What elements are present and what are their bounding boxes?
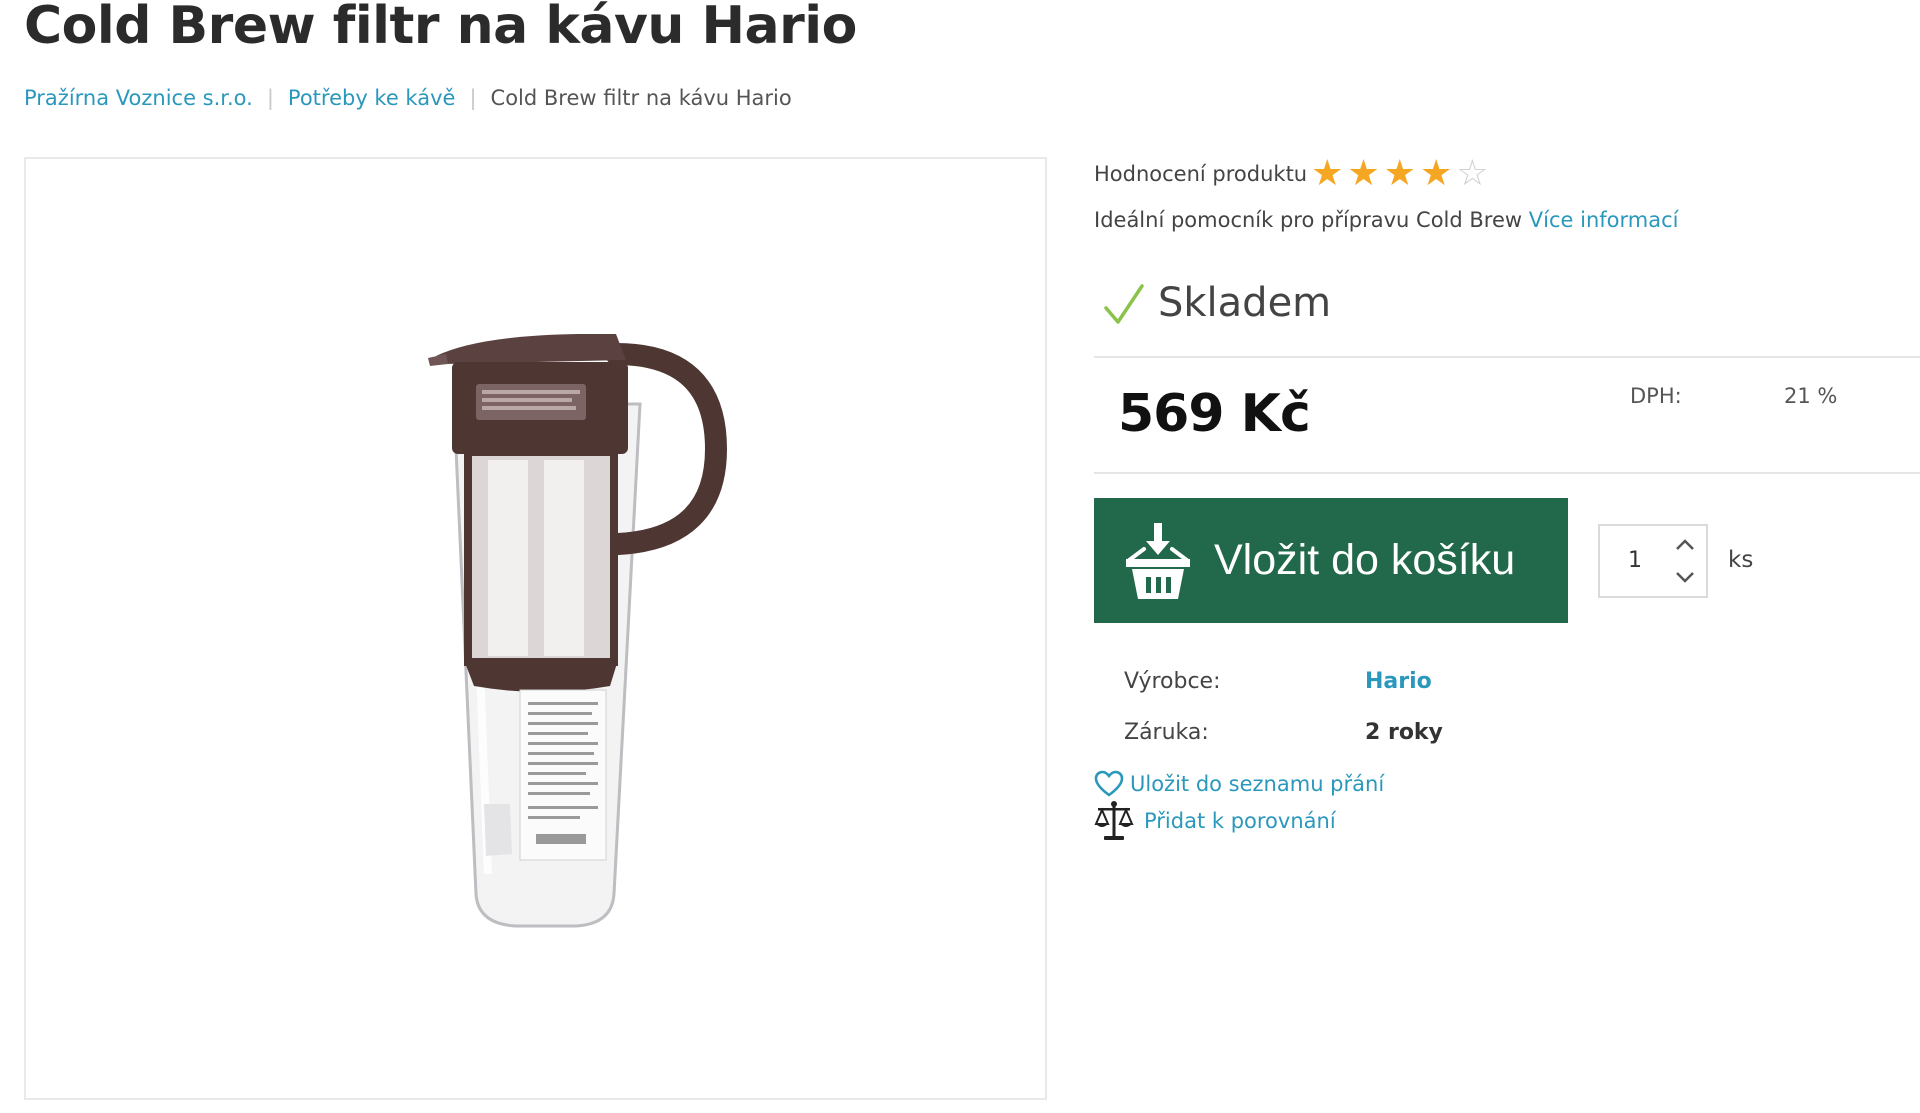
- compare-label: Přidat k porovnání: [1144, 809, 1336, 833]
- divider: [1094, 356, 1920, 358]
- more-info-link[interactable]: Více informací: [1529, 208, 1679, 232]
- short-description: Ideální pomocník pro přípravu Cold Brew …: [1094, 208, 1678, 232]
- stock-status: Skladem: [1102, 280, 1331, 326]
- rating-label: Hodnocení produktu: [1094, 162, 1308, 186]
- breadcrumb-separator: |: [469, 86, 477, 110]
- star-icon[interactable]: ★: [1347, 156, 1379, 192]
- stock-label: Skladem: [1158, 280, 1332, 326]
- product-parameters: Výrobce: Hario Záruka: 2 roky: [1124, 656, 1443, 758]
- quantity-stepper[interactable]: 1: [1598, 524, 1708, 598]
- short-description-text: Ideální pomocník pro přípravu Cold Brew: [1094, 208, 1523, 232]
- compare-link[interactable]: Přidat k porovnání: [1094, 800, 1336, 842]
- star-icon[interactable]: ★: [1384, 156, 1416, 192]
- scales-icon: [1094, 801, 1134, 840]
- breadcrumb-link-category[interactable]: Potřeby ke kávě: [288, 86, 456, 110]
- basket-icon: [1126, 522, 1190, 599]
- breadcrumb: Pražírna Voznice s.r.o. | Potřeby ke káv…: [24, 86, 792, 110]
- star-icon[interactable]: ★: [1420, 156, 1452, 192]
- manufacturer-link[interactable]: Hario: [1365, 669, 1432, 694]
- breadcrumb-current: Cold Brew filtr na kávu Hario: [490, 86, 792, 110]
- checkmark-icon: [1104, 284, 1144, 324]
- divider: [1094, 472, 1920, 474]
- chevron-up-icon[interactable]: [1672, 532, 1698, 558]
- product-detail-panel: Hodnocení produktu ★ ★ ★ ★ ☆ Ideální pom…: [1094, 0, 1920, 1113]
- vat-label: DPH:: [1630, 384, 1682, 408]
- star-empty-icon[interactable]: ☆: [1456, 156, 1488, 192]
- product-rating[interactable]: Hodnocení produktu ★ ★ ★ ★ ☆: [1094, 156, 1493, 192]
- chevron-down-icon[interactable]: [1672, 564, 1698, 590]
- heart-icon: [1094, 770, 1124, 797]
- product-image-box[interactable]: [24, 157, 1047, 1100]
- param-label: Výrobce:: [1124, 669, 1221, 694]
- breadcrumb-separator: |: [266, 86, 274, 110]
- add-to-cart-label: Vložit do košíku: [1214, 536, 1516, 584]
- param-label: Záruka:: [1124, 720, 1209, 745]
- star-icon[interactable]: ★: [1311, 156, 1343, 192]
- wishlist-link[interactable]: Uložit do seznamu přání: [1094, 770, 1384, 798]
- wishlist-label: Uložit do seznamu přání: [1130, 772, 1385, 796]
- breadcrumb-link-home[interactable]: Pražírna Voznice s.r.o.: [24, 86, 253, 110]
- vat-value: 21 %: [1784, 384, 1838, 408]
- param-row-manufacturer: Výrobce: Hario: [1124, 656, 1443, 707]
- page-title: Cold Brew filtr na kávu Hario: [24, 0, 857, 56]
- add-to-cart-button[interactable]: Vložit do košíku: [1094, 498, 1568, 623]
- price: 569 Kč: [1118, 384, 1311, 444]
- param-value: 2 roky: [1365, 720, 1443, 745]
- product-image[interactable]: [426, 334, 736, 934]
- quantity-value[interactable]: 1: [1628, 548, 1642, 573]
- quantity-unit: ks: [1728, 547, 1754, 573]
- param-row-warranty: Záruka: 2 roky: [1124, 707, 1443, 758]
